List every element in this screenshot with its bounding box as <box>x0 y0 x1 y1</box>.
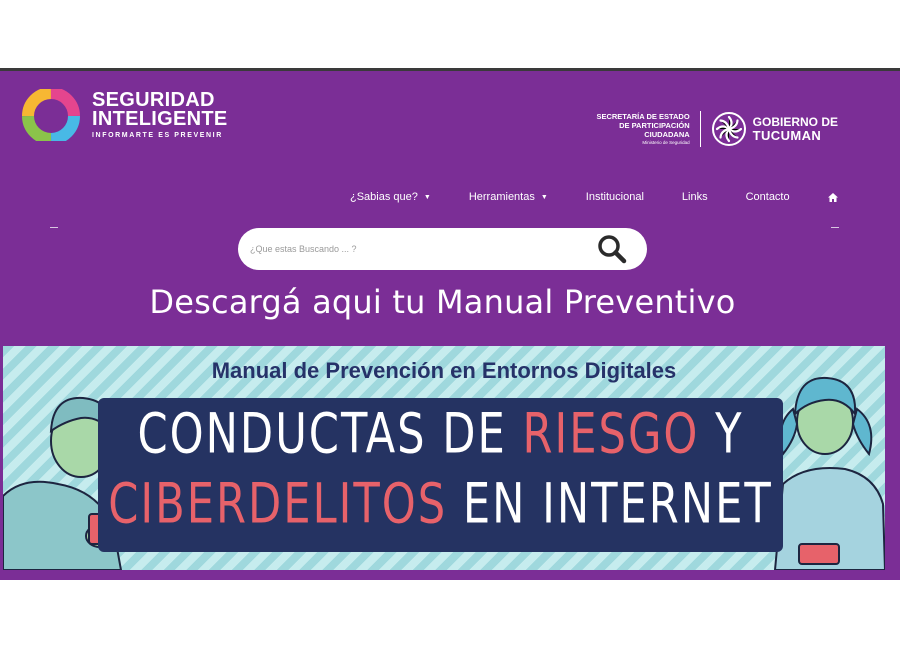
nav-item-links[interactable]: Links <box>682 191 708 203</box>
logo-text: SEGURIDAD INTELIGENTE INFORMARTE ES PREV… <box>92 90 228 139</box>
banner-title: Manual de Prevención en Entornos Digital… <box>211 358 677 383</box>
site-logo[interactable]: SEGURIDAD INTELIGENTE INFORMARTE ES PREV… <box>22 89 228 141</box>
search-icon[interactable] <box>597 234 627 264</box>
secretaria-text: SECRETARÍA DE ESTADO DE PARTICIPACIÓN CI… <box>596 112 689 146</box>
search-input[interactable] <box>248 243 582 255</box>
logo-tagline: INFORMARTE ES PREVENIR <box>92 132 223 139</box>
gov-divider <box>699 111 701 147</box>
banner-line2-highlight: CIBERDELITOS <box>108 471 448 537</box>
secretaria-line1: SECRETARÍA DE ESTADO <box>596 112 690 121</box>
nav-label: Links <box>681 191 708 203</box>
page-headline: Descargá aqui tu Manual Preventivo <box>149 283 736 321</box>
divider-mark-left <box>50 227 58 228</box>
banner-line1: CONDUCTAS DE RIESGO Y <box>98 402 783 466</box>
nav-label: ¿Sabias que? <box>350 191 418 203</box>
banner-line2: CIBERDELITOS EN INTERNET <box>98 472 783 536</box>
banner-line1-highlight: RIESGO <box>522 401 700 467</box>
logo-line2: INTELIGENTE <box>92 108 228 130</box>
gov-name-line2: TUCUMAN <box>752 128 822 143</box>
nav-item-sabias-que[interactable]: ¿Sabias que? ▼ <box>350 191 431 203</box>
secretaria-line2: DE PARTICIPACIÓN <box>619 121 690 130</box>
search-bar <box>238 228 647 270</box>
secretaria-line4: Ministerio de Seguridad <box>642 140 690 145</box>
government-logo[interactable]: SECRETARÍA DE ESTADO DE PARTICIPACIÓN CI… <box>596 111 838 147</box>
caret-down-icon: ▼ <box>540 193 548 201</box>
secretaria-line3: CIUDADANA <box>644 130 690 139</box>
home-icon <box>827 192 838 202</box>
nav-item-herramientas[interactable]: Herramientas ▼ <box>469 191 548 203</box>
caret-down-icon: ▼ <box>423 193 431 201</box>
gov-brand: GOBIERNO DE TUCUMAN <box>711 111 838 147</box>
banner-line1-part3: Y <box>699 401 744 467</box>
nav-label: Institucional <box>585 191 644 203</box>
nav-item-home[interactable] <box>827 192 838 202</box>
girl-illustration <box>773 376 885 570</box>
nav-label: Contacto <box>745 191 790 203</box>
nav-item-contacto[interactable]: Contacto <box>746 191 790 203</box>
logo-ring-icon <box>22 89 80 141</box>
divider-mark-right <box>831 227 839 228</box>
main-nav: ¿Sabias que? ▼ Herramientas ▼ Institucio… <box>350 191 876 203</box>
nav-label: Herramientas <box>468 191 535 203</box>
banner-title-band: CONDUCTAS DE RIESGO Y CIBERDELITOS EN IN… <box>98 398 783 552</box>
banner-line1-part1: CONDUCTAS DE <box>137 401 523 467</box>
banner-line2-part2: EN INTERNET <box>447 471 773 537</box>
nav-item-institucional[interactable]: Institucional <box>586 191 644 203</box>
sun-emblem-icon <box>711 112 746 146</box>
manual-banner[interactable]: Manual de Prevención en Entornos Digital… <box>3 346 885 570</box>
gov-name: GOBIERNO DE TUCUMAN <box>752 116 838 143</box>
site-header: SEGURIDAD INTELIGENTE INFORMARTE ES PREV… <box>0 71 900 580</box>
